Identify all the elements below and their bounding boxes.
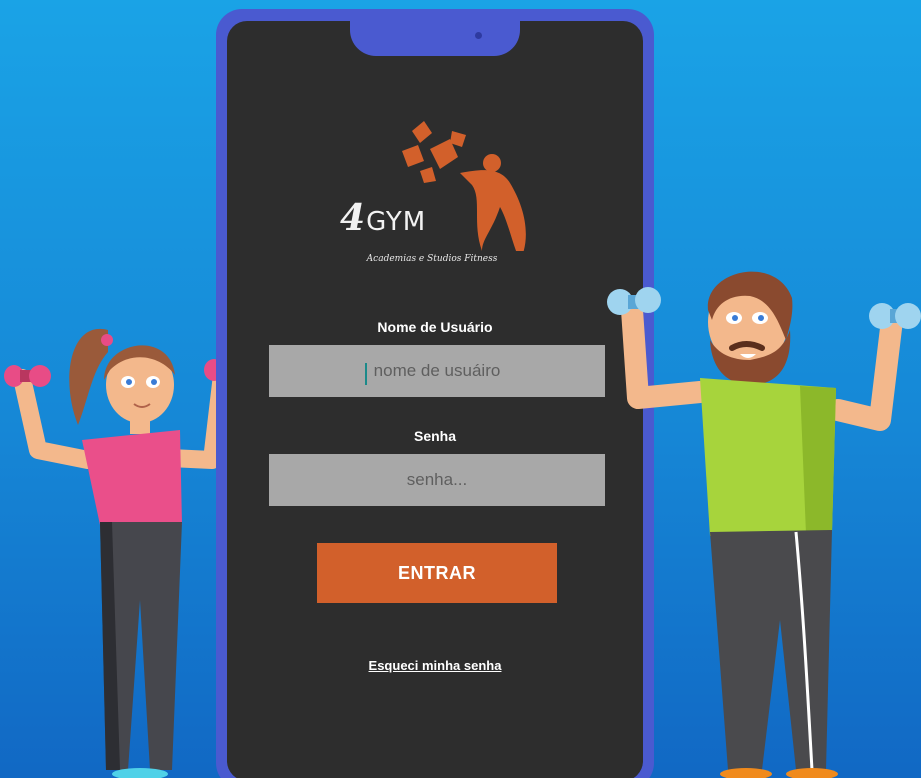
forgot-password-link[interactable]: Esqueci minha senha [227,658,643,673]
logo-wordmark: 4GYM [340,197,427,239]
brand-logo: 4GYM Academias e Studios Fitness [332,111,532,271]
password-input[interactable] [269,454,605,506]
man-exercising-illustration [600,260,921,778]
password-label: Senha [413,428,456,444]
phone-screen: 4GYM Academias e Studios Fitness Nome de… [227,21,643,778]
text-caret [365,363,367,385]
phone-notch [350,21,520,56]
username-input[interactable] [269,345,605,397]
camera-icon [475,32,482,39]
logo-tagline: Academias e Studios Fitness [366,254,498,264]
login-button[interactable]: ENTRAR [317,543,557,603]
phone-frame: 4GYM Academias e Studios Fitness Nome de… [216,9,654,778]
username-label: Nome de Usuário [377,319,493,335]
